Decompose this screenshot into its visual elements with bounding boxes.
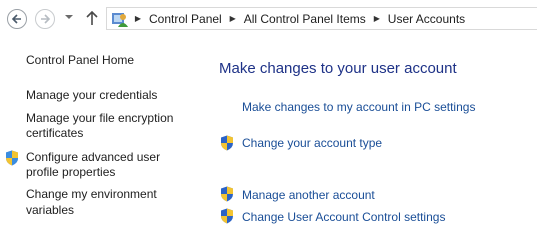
up-arrow-icon[interactable]	[84, 9, 100, 27]
uac-settings-link[interactable]: Change User Account Control settings	[242, 209, 445, 225]
change-account-type-link[interactable]: Change your account type	[242, 135, 382, 151]
back-button[interactable]	[7, 9, 27, 29]
recent-locations-dropdown-icon[interactable]	[64, 12, 74, 22]
environment-variables-link-line2[interactable]: variables	[26, 202, 74, 219]
breadcrumb-separator-icon[interactable]: ▶	[369, 14, 385, 23]
user-accounts-icon	[112, 12, 128, 27]
control-panel-home-link[interactable]: Control Panel Home	[26, 52, 134, 69]
advanced-profile-link-line2[interactable]: profile properties	[26, 164, 115, 181]
pc-settings-link[interactable]: Make changes to my account in PC setting…	[242, 99, 475, 115]
address-bar[interactable]: ▶ Control Panel ▶ All Control Panel Item…	[106, 7, 537, 30]
uac-shield-icon	[221, 208, 233, 224]
back-arrow-icon	[11, 14, 21, 24]
breadcrumb-separator-icon[interactable]: ▶	[225, 14, 241, 23]
forward-button[interactable]	[35, 9, 55, 29]
page-title: Make changes to your user account	[219, 60, 457, 77]
manage-credentials-link[interactable]: Manage your credentials	[26, 87, 157, 104]
navigation-toolbar: ▶ Control Panel ▶ All Control Panel Item…	[0, 0, 537, 37]
file-encryption-link-line2[interactable]: certificates	[26, 125, 83, 142]
uac-shield-icon	[221, 186, 233, 202]
uac-shield-icon	[221, 135, 233, 151]
environment-variables-link-line1[interactable]: Change my environment	[26, 186, 157, 203]
breadcrumb-control-panel[interactable]: Control Panel	[146, 12, 225, 26]
uac-shield-icon	[6, 150, 18, 166]
breadcrumb-separator-icon[interactable]: ▶	[130, 14, 146, 23]
breadcrumb-all-control-panel-items[interactable]: All Control Panel Items	[241, 12, 369, 26]
forward-arrow-icon	[41, 14, 51, 24]
breadcrumb-user-accounts[interactable]: User Accounts	[385, 12, 468, 26]
manage-another-account-link[interactable]: Manage another account	[242, 187, 375, 203]
